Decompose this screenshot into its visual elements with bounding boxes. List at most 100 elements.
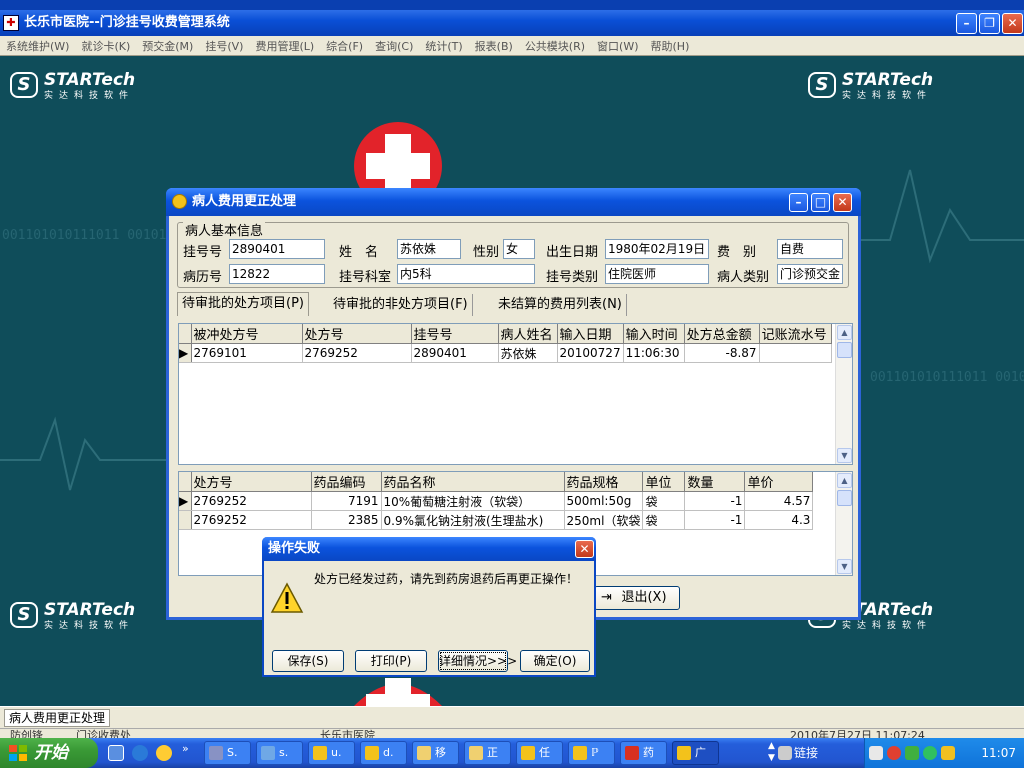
taskbar-item[interactable]: ℙ bbox=[568, 741, 615, 765]
menu-general[interactable]: 综合(F) bbox=[320, 38, 369, 54]
scroll-thumb[interactable] bbox=[837, 490, 852, 506]
table-cell[interactable]: 2769101 bbox=[191, 343, 303, 363]
details-button[interactable]: 详细情况>>> bbox=[438, 650, 517, 672]
menu-query[interactable]: 查询(C) bbox=[369, 38, 419, 54]
clock[interactable]: 11:07 bbox=[981, 738, 1016, 768]
table-row[interactable]: ▶ 2769252 7191 10%葡萄糖注射液（软袋） 500ml:50g 袋… bbox=[179, 491, 814, 511]
menu-public[interactable]: 公共模块(R) bbox=[519, 38, 591, 54]
ie-icon[interactable] bbox=[132, 745, 148, 761]
scroll-thumb[interactable] bbox=[837, 342, 852, 358]
reg-type-field[interactable]: 住院医师 bbox=[605, 264, 709, 284]
error-close-button[interactable]: ✕ bbox=[575, 540, 594, 558]
vertical-scrollbar[interactable]: ▲ ▼ bbox=[835, 472, 852, 575]
tab-prescription-items[interactable]: 待审批的处方项目(P) bbox=[177, 292, 309, 316]
taskbar-item[interactable]: d. bbox=[360, 741, 407, 765]
vertical-scrollbar[interactable]: ▲ ▼ bbox=[835, 324, 852, 464]
table-cell[interactable]: 4.57 bbox=[744, 491, 814, 511]
table-cell[interactable]: 0.9%氯化钠注射液(生理盐水) bbox=[381, 510, 565, 530]
menu-card[interactable]: 就诊卡(K) bbox=[75, 38, 136, 54]
table-cell[interactable]: 2769252 bbox=[302, 343, 412, 363]
print-button[interactable]: 打印(P) bbox=[355, 650, 427, 672]
column-header[interactable]: 输入时间 bbox=[623, 324, 685, 344]
column-header[interactable]: 挂号号 bbox=[411, 324, 499, 344]
table-cell[interactable]: 500ml:50g bbox=[564, 491, 644, 511]
menu-help[interactable]: 帮助(H) bbox=[645, 38, 696, 54]
table-cell[interactable]: 2769252 bbox=[191, 510, 312, 530]
quicklaunch-desktop-icon[interactable] bbox=[108, 745, 124, 761]
table-cell[interactable]: -8.87 bbox=[684, 343, 760, 363]
menu-stats[interactable]: 统计(T) bbox=[419, 38, 468, 54]
taskbar-item[interactable]: 任 bbox=[516, 741, 563, 765]
column-header[interactable]: 记账流水号 bbox=[759, 324, 832, 344]
scroll-down-icon[interactable]: ▼ bbox=[837, 559, 852, 574]
start-button[interactable]: 开始 bbox=[0, 738, 98, 768]
links-toolbar[interactable]: 链接 bbox=[794, 738, 818, 768]
column-header[interactable]: 单位 bbox=[642, 472, 686, 492]
menu-reports[interactable]: 报表(B) bbox=[469, 38, 519, 54]
table-cell[interactable]: 7191 bbox=[311, 491, 382, 511]
tray-icon[interactable] bbox=[941, 746, 955, 760]
table-cell[interactable]: 袋 bbox=[642, 491, 686, 511]
table-cell[interactable]: 2385 bbox=[311, 510, 382, 530]
scroll-up-icon[interactable]: ▲ bbox=[837, 473, 852, 488]
column-header[interactable]: 输入日期 bbox=[557, 324, 624, 344]
mdi-window-tab[interactable]: 病人费用更正处理 bbox=[4, 709, 111, 727]
scroll-down-icon[interactable]: ▼ bbox=[837, 448, 852, 463]
taskbar-item-active[interactable]: 广 bbox=[672, 741, 719, 765]
dept-field[interactable]: 内5科 bbox=[397, 264, 535, 284]
error-title-bar[interactable]: 操作失败 ✕ bbox=[262, 537, 596, 561]
column-header[interactable]: 病人姓名 bbox=[498, 324, 558, 344]
table-cell[interactable]: 11:06:30 bbox=[623, 343, 685, 363]
column-header[interactable]: 处方号 bbox=[302, 324, 412, 344]
table-cell[interactable]: 4.3 bbox=[744, 510, 814, 530]
patient-type-field[interactable]: 门诊预交金 bbox=[777, 264, 843, 284]
dialog-title-bar[interactable]: 病人费用更正处理 – □ ✕ bbox=[166, 188, 861, 216]
menu-deposit[interactable]: 预交金(M) bbox=[136, 38, 199, 54]
dialog-maximize-button[interactable]: □ bbox=[811, 193, 830, 212]
column-header[interactable]: 被冲处方号 bbox=[191, 324, 303, 344]
table-row[interactable]: ▶ 2769101 2769252 2890401 苏依姝 20100727 1… bbox=[179, 343, 832, 363]
taskbar-item[interactable]: u. bbox=[308, 741, 355, 765]
ok-button[interactable]: 确定(O) bbox=[520, 650, 590, 672]
tab-unsettled-fees[interactable]: 未结算的费用列表(N) bbox=[494, 294, 627, 316]
taskbar-item[interactable]: s. bbox=[256, 741, 303, 765]
taskbar-scroll-icon[interactable]: ▲ ▼ bbox=[768, 740, 775, 764]
qq-icon[interactable] bbox=[156, 745, 172, 761]
table-cell[interactable]: 2769252 bbox=[191, 491, 312, 511]
table-cell[interactable]: 袋 bbox=[642, 510, 686, 530]
taskbar-item[interactable]: 正 bbox=[464, 741, 511, 765]
reg-no-field[interactable]: 2890401 bbox=[229, 239, 325, 259]
table-cell[interactable]: -1 bbox=[684, 491, 746, 511]
taskbar-item[interactable]: S. bbox=[204, 741, 251, 765]
record-no-field[interactable]: 12822 bbox=[229, 264, 325, 284]
column-header[interactable]: 处方号 bbox=[191, 472, 312, 492]
column-header[interactable]: 药品编码 bbox=[311, 472, 382, 492]
column-header[interactable]: 药品规格 bbox=[564, 472, 644, 492]
table-cell[interactable]: 250ml（软袋 bbox=[564, 510, 644, 530]
tray-icon[interactable] bbox=[905, 746, 919, 760]
column-header[interactable]: 单价 bbox=[744, 472, 814, 492]
column-header[interactable]: 数量 bbox=[684, 472, 746, 492]
table-cell[interactable]: 20100727 bbox=[557, 343, 624, 363]
menu-window[interactable]: 窗口(W) bbox=[591, 38, 644, 54]
tray-icon[interactable] bbox=[887, 746, 901, 760]
main-title-bar[interactable]: ✚ 长乐市医院--门诊挂号收费管理系统 – ❐ ✕ bbox=[0, 10, 1024, 36]
table-cell[interactable]: -1 bbox=[684, 510, 746, 530]
dialog-close-button[interactable]: ✕ bbox=[833, 193, 852, 212]
keyboard-icon[interactable] bbox=[778, 746, 792, 760]
table-cell[interactable]: 2890401 bbox=[411, 343, 499, 363]
name-field[interactable]: 苏依姝 bbox=[397, 239, 461, 259]
tray-icon[interactable] bbox=[869, 746, 883, 760]
sex-field[interactable]: 女 bbox=[503, 239, 535, 259]
quicklaunch-more-icon[interactable]: » bbox=[182, 742, 189, 755]
taskbar-item[interactable]: 药 bbox=[620, 741, 667, 765]
dob-field[interactable]: 1980年02月19日 bbox=[605, 239, 709, 259]
save-button[interactable]: 保存(S) bbox=[272, 650, 344, 672]
exit-button[interactable]: ⇥ 退出(X) bbox=[594, 586, 680, 610]
column-header[interactable]: 药品名称 bbox=[381, 472, 565, 492]
fee-type-field[interactable]: 自费 bbox=[777, 239, 843, 259]
restore-button[interactable]: ❐ bbox=[979, 13, 1000, 34]
table-cell[interactable]: 苏依姝 bbox=[498, 343, 558, 363]
taskbar-item[interactable]: 移 bbox=[412, 741, 459, 765]
minimize-button[interactable]: – bbox=[956, 13, 977, 34]
